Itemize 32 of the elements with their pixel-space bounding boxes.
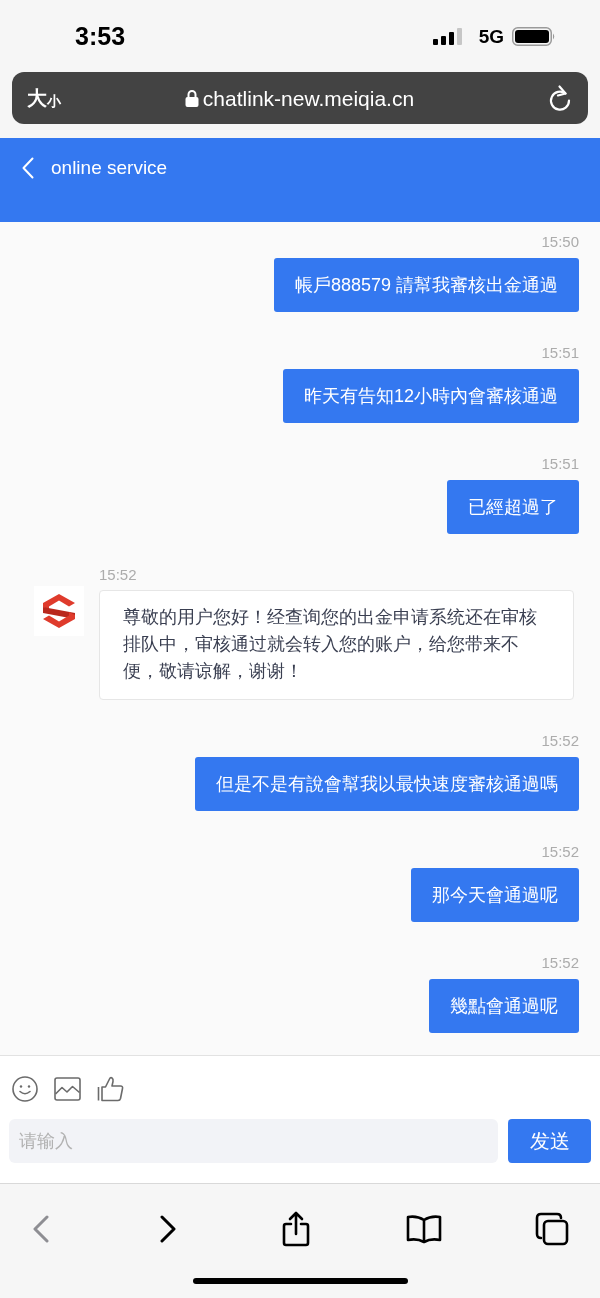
clock-time: 3:53 (75, 23, 126, 49)
signal-bars-icon (432, 27, 463, 45)
message-bubble: 尊敬的用户您好！经查询您的出金申请系统还在审核排队中，审核通过就会转入您的账户，给您带来不便，敬请谅解，谢谢！ (99, 590, 574, 700)
open-book-icon[interactable] (406, 1214, 442, 1244)
thumbs-up-icon[interactable] (97, 1076, 124, 1102)
message-time: 15:52 (541, 842, 579, 862)
message-time: 15:51 (541, 454, 579, 474)
chevron-right-icon[interactable] (159, 1215, 177, 1243)
message-time: 15:52 (99, 565, 137, 585)
reload-icon[interactable] (548, 84, 572, 112)
network-type: 5G (478, 26, 504, 46)
lock-icon (184, 89, 199, 107)
message-time: 15:52 (541, 731, 579, 751)
smiley-face-icon[interactable] (12, 1076, 38, 1102)
message-time: 15:50 (541, 232, 579, 252)
message-bubble: 昨天有告知12小時內會審核通過 (282, 369, 579, 423)
message-time: 15:52 (541, 953, 579, 973)
battery-icon (512, 26, 556, 46)
message-bubble: 帳戶888579 請幫我審核出金通過 (273, 258, 579, 312)
chevron-left-icon[interactable] (22, 157, 34, 179)
send-button[interactable]: 发送 (508, 1119, 591, 1163)
overlapping-squares-icon[interactable] (535, 1212, 569, 1246)
share-icon[interactable] (282, 1211, 310, 1247)
message-input[interactable]: 请输入 (9, 1119, 498, 1163)
picture-icon[interactable] (54, 1077, 81, 1101)
message-bubble: 已經超過了 (447, 480, 579, 534)
message-bubble: 那今天會通過呢 (411, 868, 579, 922)
page-title: online service (51, 156, 168, 180)
message-time: 15:51 (541, 343, 579, 363)
message-bubble: 但是不是有說會幫我以最快速度審核通過嗎 (195, 757, 579, 811)
url-text[interactable]: chatlink-new.meiqia.cn (202, 87, 415, 109)
message-bubble: 幾點會通過呢 (429, 979, 579, 1033)
